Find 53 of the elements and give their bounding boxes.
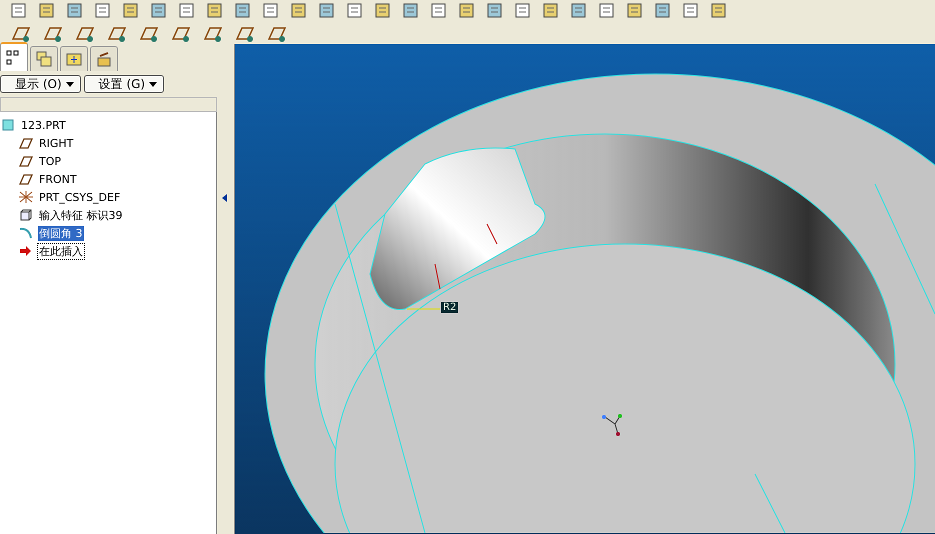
arrow-icon (20, 245, 32, 257)
toolbar-icon[interactable] (234, 2, 252, 18)
toolbar-icon[interactable] (10, 2, 28, 18)
tree-item[interactable]: RIGHT (38, 136, 74, 150)
caret-icon (149, 82, 158, 86)
toolbar-icon[interactable] (570, 2, 588, 18)
tree-item[interactable]: FRONT (38, 172, 78, 186)
toolbar-icon[interactable] (514, 2, 532, 18)
coordinate-axes-icon (602, 414, 622, 436)
toolbar-icon[interactable] (402, 2, 420, 18)
tree-item[interactable]: 倒圆角 3 (38, 226, 84, 240)
tree-item[interactable]: 在此插入 (38, 244, 84, 258)
toolbar-icon[interactable] (346, 2, 364, 18)
toolbar-icon[interactable] (66, 2, 84, 18)
panel-tab[interactable] (0, 42, 28, 71)
collapse-arrow-icon[interactable] (222, 194, 227, 202)
toolbar-icon[interactable] (374, 2, 392, 18)
toolbar-icon[interactable] (178, 2, 196, 18)
toolbar-icon[interactable] (94, 2, 112, 18)
toolbar-icon[interactable] (150, 2, 168, 18)
dropdown-button[interactable]: 显示 (O) (0, 75, 81, 93)
toolbar-icon[interactable] (430, 2, 448, 18)
toolbar-icon[interactable] (710, 2, 728, 18)
toolbar-icon[interactable] (626, 2, 644, 18)
caret-icon (66, 82, 74, 86)
dropdown-button[interactable]: 设置 (G) (84, 75, 164, 93)
toolbar-icon[interactable] (654, 2, 672, 18)
tree-item[interactable]: TOP (38, 154, 62, 168)
plane-icon (19, 156, 33, 166)
cube-icon (2, 119, 14, 131)
toolbar-icon[interactable] (458, 2, 476, 18)
tree-item[interactable]: 123.PRT (20, 118, 67, 132)
tree-item[interactable]: 输入特征 标识39 (38, 208, 124, 222)
toolbar-icon[interactable] (598, 2, 616, 18)
cube-icon (20, 209, 32, 221)
toolbar-icon[interactable] (38, 2, 56, 18)
toolbar-icon[interactable] (318, 2, 336, 18)
toolbar-icon[interactable] (486, 2, 504, 18)
tree-item[interactable]: PRT_CSYS_DEF (38, 190, 122, 204)
toolbar-icon[interactable] (262, 2, 280, 18)
round-icon (19, 226, 33, 240)
layers-icon (36, 51, 52, 67)
axes-icon (18, 190, 34, 204)
toolbar-icon[interactable] (290, 2, 308, 18)
plane-icon (19, 174, 33, 184)
toolbar-icon[interactable] (122, 2, 140, 18)
leader-line (406, 308, 440, 310)
dimension-label[interactable]: R2 (441, 302, 458, 313)
toolbar-icon[interactable] (206, 2, 224, 18)
round-edge-mark (434, 224, 498, 290)
plane-icon (19, 138, 33, 148)
toolbar-icon[interactable] (682, 2, 700, 18)
toolbar-icon[interactable] (542, 2, 560, 18)
